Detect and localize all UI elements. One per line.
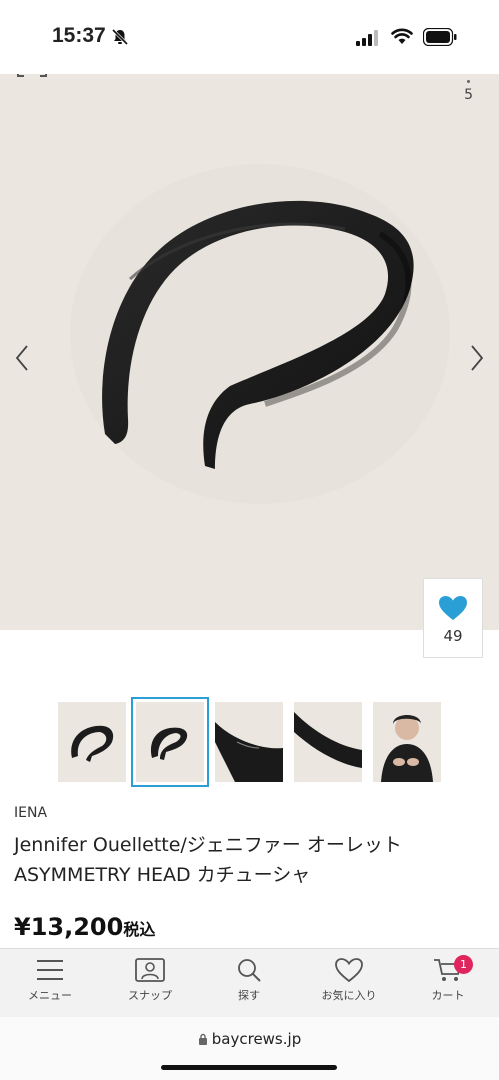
url-text: baycrews.jp bbox=[211, 1030, 302, 1048]
thumbnail-strip bbox=[58, 697, 448, 787]
menu-icon bbox=[37, 960, 63, 980]
favorite-count: 49 bbox=[443, 627, 463, 645]
price-value: ¥13,200 bbox=[14, 913, 124, 941]
status-time: 15:37 bbox=[52, 24, 106, 47]
nav-snap[interactable]: スナップ bbox=[110, 957, 190, 1003]
snap-icon bbox=[135, 958, 165, 982]
nav-cart[interactable]: 1 カート bbox=[408, 955, 488, 1003]
search-icon bbox=[238, 959, 261, 982]
status-bar: 15:37 bbox=[0, 0, 499, 74]
product-image-headband bbox=[70, 164, 450, 504]
tax-label: 税込 bbox=[123, 920, 156, 939]
thumbnail-5[interactable] bbox=[373, 702, 441, 782]
thumbnail-4[interactable] bbox=[294, 702, 362, 782]
cart-badge: 1 bbox=[454, 955, 473, 974]
thumbnail-headband-image bbox=[150, 727, 188, 760]
battery-icon bbox=[423, 28, 457, 46]
thumbnail-headband-closeup-image bbox=[294, 712, 362, 768]
thumbnail-1[interactable] bbox=[58, 702, 126, 782]
nav-search[interactable]: 探す bbox=[209, 957, 289, 1003]
thumbnail-2[interactable] bbox=[131, 697, 209, 787]
product-title-line-1: Jennifer Ouellette/ジェニファー オーレット bbox=[14, 834, 402, 856]
nav-favorites-label: お気に入り bbox=[321, 989, 377, 1002]
thumbnail-headband-image bbox=[71, 725, 114, 762]
nav-menu[interactable]: メニュー bbox=[10, 957, 90, 1003]
heart-icon bbox=[439, 596, 467, 620]
lock-icon bbox=[198, 1033, 207, 1045]
nav-snap-label: スナップ bbox=[128, 989, 172, 1002]
nav-favorites[interactable]: お気に入り bbox=[309, 957, 389, 1003]
url-display[interactable]: baycrews.jp bbox=[0, 1030, 499, 1048]
heart-outline-icon bbox=[335, 958, 363, 983]
favorite-button[interactable]: 49 bbox=[423, 578, 483, 658]
product-price: ¥13,200税込 bbox=[14, 913, 155, 941]
bottom-navigation: メニュー スナップ 探す お気に入り 1 カート bbox=[0, 948, 499, 1017]
nav-menu-label: メニュー bbox=[28, 989, 72, 1002]
counter-dot-icon bbox=[467, 80, 471, 83]
image-counter: 5 bbox=[464, 80, 473, 103]
wifi-icon bbox=[391, 28, 413, 44]
browser-url-bar[interactable]: baycrews.jp bbox=[0, 1017, 499, 1080]
nav-search-label: 探す bbox=[238, 989, 260, 1002]
brand-name[interactable]: IENA bbox=[14, 805, 47, 821]
product-title: Jennifer Ouellette/ジェニファー オーレット ASYMMETR… bbox=[14, 830, 489, 890]
product-title-line-2: ASYMMETRY HEAD カチューシャ bbox=[14, 864, 311, 886]
image-counter-value: 5 bbox=[464, 87, 473, 103]
bell-muted-icon bbox=[111, 28, 129, 46]
signal-icon bbox=[356, 30, 378, 46]
expand-icon[interactable] bbox=[14, 74, 50, 84]
nav-cart-label: カート bbox=[431, 989, 465, 1002]
home-indicator bbox=[161, 1065, 337, 1070]
previous-image-arrow-icon[interactable] bbox=[14, 344, 30, 372]
next-image-arrow-icon[interactable] bbox=[469, 344, 485, 372]
thumbnail-3[interactable] bbox=[215, 702, 283, 782]
thumbnail-headband-detail-image bbox=[215, 722, 283, 782]
thumbnail-model-image bbox=[381, 715, 433, 782]
product-image-carousel[interactable]: 5 bbox=[0, 74, 499, 630]
